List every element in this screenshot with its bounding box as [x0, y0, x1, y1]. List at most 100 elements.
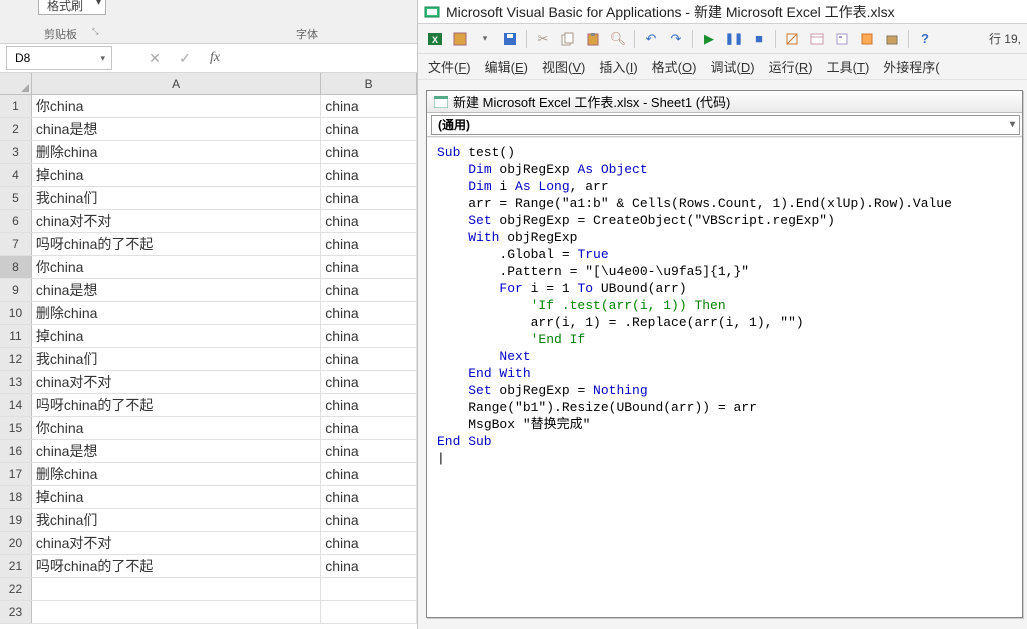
cell[interactable]: 我china们: [32, 187, 321, 209]
cell[interactable]: china是想: [32, 279, 321, 301]
enter-icon[interactable]: ✓: [170, 50, 200, 67]
select-all-corner[interactable]: [0, 73, 32, 94]
object-browser-icon[interactable]: [858, 30, 876, 48]
cell[interactable]: china是想: [32, 440, 321, 462]
row-header[interactable]: 14: [0, 394, 32, 416]
paste-icon[interactable]: [584, 30, 602, 48]
cell[interactable]: china对不对: [32, 532, 321, 554]
cell[interactable]: china: [321, 210, 417, 232]
row-header[interactable]: 17: [0, 463, 32, 485]
cell[interactable]: [32, 578, 321, 600]
menu-tools[interactable]: 工具(T): [827, 57, 870, 76]
row-header[interactable]: 13: [0, 371, 32, 393]
cell[interactable]: china: [321, 95, 417, 117]
excel-icon[interactable]: X: [426, 30, 444, 48]
menu-insert[interactable]: 插入(I): [599, 57, 637, 76]
cell[interactable]: 掉china: [32, 486, 321, 508]
row-header[interactable]: 10: [0, 302, 32, 324]
cell[interactable]: china是想: [32, 118, 321, 140]
cell[interactable]: 掉china: [32, 164, 321, 186]
name-box[interactable]: D8: [6, 46, 112, 70]
cell[interactable]: 你china: [32, 95, 321, 117]
redo-icon[interactable]: ↷: [667, 30, 685, 48]
row-header[interactable]: 6: [0, 210, 32, 232]
undo-icon[interactable]: ↶: [642, 30, 660, 48]
find-icon[interactable]: 🔍︎: [609, 30, 627, 48]
cell[interactable]: china对不对: [32, 371, 321, 393]
cell[interactable]: china: [321, 187, 417, 209]
row-header[interactable]: 5: [0, 187, 32, 209]
cell[interactable]: 吗呀china的了不起: [32, 233, 321, 255]
design-mode-icon[interactable]: [783, 30, 801, 48]
cell[interactable]: china: [321, 394, 417, 416]
cell[interactable]: china: [321, 371, 417, 393]
row-header[interactable]: 23: [0, 601, 32, 623]
cell[interactable]: china: [321, 440, 417, 462]
cell[interactable]: china: [321, 279, 417, 301]
reset-icon[interactable]: ■: [750, 30, 768, 48]
cell[interactable]: china: [321, 486, 417, 508]
cell[interactable]: 我china们: [32, 348, 321, 370]
menu-file[interactable]: 文件(F): [428, 57, 471, 76]
run-icon[interactable]: ▶: [700, 30, 718, 48]
column-header-a[interactable]: A: [32, 73, 321, 94]
help-icon[interactable]: ?: [916, 30, 934, 48]
row-header[interactable]: 1: [0, 95, 32, 117]
fx-icon[interactable]: fx: [200, 50, 230, 66]
cut-icon[interactable]: ✂: [534, 30, 552, 48]
cell[interactable]: [321, 578, 417, 600]
dropdown-arrow-icon[interactable]: ▾: [476, 30, 494, 48]
cell[interactable]: china: [321, 302, 417, 324]
cell[interactable]: 掉china: [32, 325, 321, 347]
break-icon[interactable]: ❚❚: [725, 30, 743, 48]
cell[interactable]: china: [321, 325, 417, 347]
module-icon[interactable]: [451, 30, 469, 48]
column-header-b[interactable]: B: [321, 73, 417, 94]
row-header[interactable]: 19: [0, 509, 32, 531]
row-header[interactable]: 2: [0, 118, 32, 140]
cell[interactable]: 我china们: [32, 509, 321, 531]
cell[interactable]: china: [321, 555, 417, 577]
row-header[interactable]: 8: [0, 256, 32, 278]
row-header[interactable]: 9: [0, 279, 32, 301]
cell[interactable]: china: [321, 509, 417, 531]
format-painter-dropdown[interactable]: 格式刷: [38, 0, 106, 15]
cell[interactable]: china: [321, 256, 417, 278]
row-header[interactable]: 3: [0, 141, 32, 163]
menu-view[interactable]: 视图(V): [542, 57, 585, 76]
menu-run[interactable]: 运行(R): [769, 57, 813, 76]
cell[interactable]: china: [321, 348, 417, 370]
row-header[interactable]: 16: [0, 440, 32, 462]
row-header[interactable]: 20: [0, 532, 32, 554]
code-editor[interactable]: Sub test() Dim objRegExp As Object Dim i…: [427, 137, 1022, 617]
cell[interactable]: china: [321, 164, 417, 186]
cell[interactable]: china: [321, 417, 417, 439]
object-combo[interactable]: (通用): [431, 115, 1020, 135]
cell[interactable]: china对不对: [32, 210, 321, 232]
cell[interactable]: 吗呀china的了不起: [32, 555, 321, 577]
cell[interactable]: 你china: [32, 256, 321, 278]
row-header[interactable]: 18: [0, 486, 32, 508]
cell[interactable]: china: [321, 233, 417, 255]
cell[interactable]: 吗呀china的了不起: [32, 394, 321, 416]
cell[interactable]: china: [321, 463, 417, 485]
row-header[interactable]: 4: [0, 164, 32, 186]
cell[interactable]: 删除china: [32, 302, 321, 324]
project-explorer-icon[interactable]: [808, 30, 826, 48]
cell[interactable]: 你china: [32, 417, 321, 439]
copy-icon[interactable]: [559, 30, 577, 48]
row-header[interactable]: 12: [0, 348, 32, 370]
cell[interactable]: china: [321, 532, 417, 554]
cell[interactable]: china: [321, 141, 417, 163]
menu-debug[interactable]: 调试(D): [710, 57, 754, 76]
clipboard-expand-icon[interactable]: ⤡: [92, 27, 98, 37]
cancel-icon[interactable]: ✕: [140, 50, 170, 67]
row-header[interactable]: 15: [0, 417, 32, 439]
menu-format[interactable]: 格式(O): [652, 57, 697, 76]
row-header[interactable]: 21: [0, 555, 32, 577]
menu-edit[interactable]: 编辑(E): [485, 57, 528, 76]
row-header[interactable]: 22: [0, 578, 32, 600]
cell[interactable]: 删除china: [32, 141, 321, 163]
properties-icon[interactable]: [833, 30, 851, 48]
row-header[interactable]: 11: [0, 325, 32, 347]
